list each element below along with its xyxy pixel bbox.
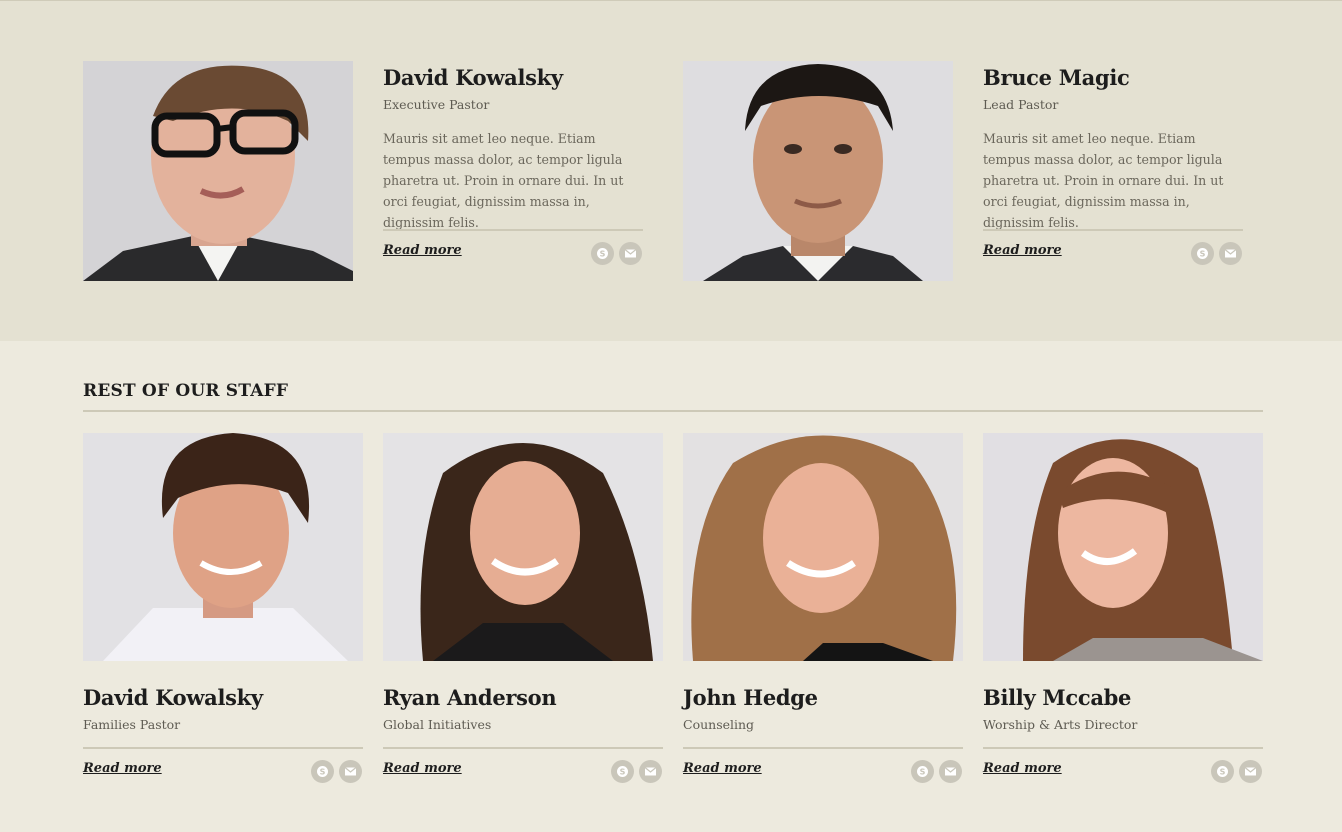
- card-divider: [383, 747, 663, 749]
- svg-text:S: S: [600, 250, 606, 259]
- mail-icon[interactable]: [939, 760, 962, 783]
- staff-role: Counseling: [683, 717, 755, 732]
- staff-photo-john-hedge[interactable]: [683, 433, 963, 661]
- read-more-link[interactable]: Read more: [683, 761, 762, 776]
- skype-icon[interactable]: S: [591, 242, 614, 265]
- skype-icon[interactable]: S: [1211, 760, 1234, 783]
- staff-role: Lead Pastor: [983, 97, 1059, 112]
- staff-photo-billy-mccabe[interactable]: [983, 433, 1263, 661]
- mail-icon[interactable]: [619, 242, 642, 265]
- skype-icon[interactable]: S: [311, 760, 334, 783]
- staff-name: Billy Mccabe: [983, 685, 1132, 710]
- staff-photo-ryan-anderson[interactable]: [383, 433, 663, 661]
- staff-bio: Mauris sit amet leo neque. Etiam tempus …: [983, 131, 1224, 230]
- staff-role: Global Initiatives: [383, 717, 492, 732]
- staff-photo-bruce-magic[interactable]: [683, 61, 953, 281]
- staff-bio: Mauris sit amet leo neque. Etiam tempus …: [383, 131, 624, 230]
- skype-icon[interactable]: S: [611, 760, 634, 783]
- mail-icon[interactable]: [339, 760, 362, 783]
- svg-text:S: S: [620, 768, 626, 777]
- section-title: REST OF OUR STAFF: [83, 381, 289, 401]
- staff-name: David Kowalsky: [83, 685, 263, 710]
- mail-icon[interactable]: [1219, 242, 1242, 265]
- card-divider: [983, 747, 1263, 749]
- staff-name: David Kowalsky: [383, 65, 563, 90]
- mail-icon[interactable]: [639, 760, 662, 783]
- read-more-link[interactable]: Read more: [983, 761, 1062, 776]
- svg-text:S: S: [1200, 250, 1206, 259]
- read-more-link[interactable]: Read more: [83, 761, 162, 776]
- card-divider: [383, 229, 643, 231]
- staff-role: Families Pastor: [83, 717, 181, 732]
- staff-photo-david-kowalsky[interactable]: [83, 61, 353, 281]
- section-divider: [83, 410, 1263, 412]
- skype-icon[interactable]: S: [1191, 242, 1214, 265]
- card-divider: [83, 747, 363, 749]
- svg-text:S: S: [1220, 768, 1226, 777]
- skype-icon[interactable]: S: [911, 760, 934, 783]
- staff-name: John Hedge: [683, 685, 818, 710]
- card-divider: [683, 747, 963, 749]
- read-more-link[interactable]: Read more: [383, 243, 462, 258]
- staff-name: Bruce Magic: [983, 65, 1130, 90]
- mail-icon[interactable]: [1239, 760, 1262, 783]
- svg-text:S: S: [920, 768, 926, 777]
- staff-photo-david-kowalsky[interactable]: [83, 433, 363, 661]
- card-divider: [983, 229, 1243, 231]
- staff-role: Executive Pastor: [383, 97, 490, 112]
- staff-name: Ryan Anderson: [383, 685, 557, 710]
- staff-role: Worship & Arts Director: [983, 717, 1138, 732]
- svg-text:S: S: [320, 768, 326, 777]
- read-more-link[interactable]: Read more: [383, 761, 462, 776]
- read-more-link[interactable]: Read more: [983, 243, 1062, 258]
